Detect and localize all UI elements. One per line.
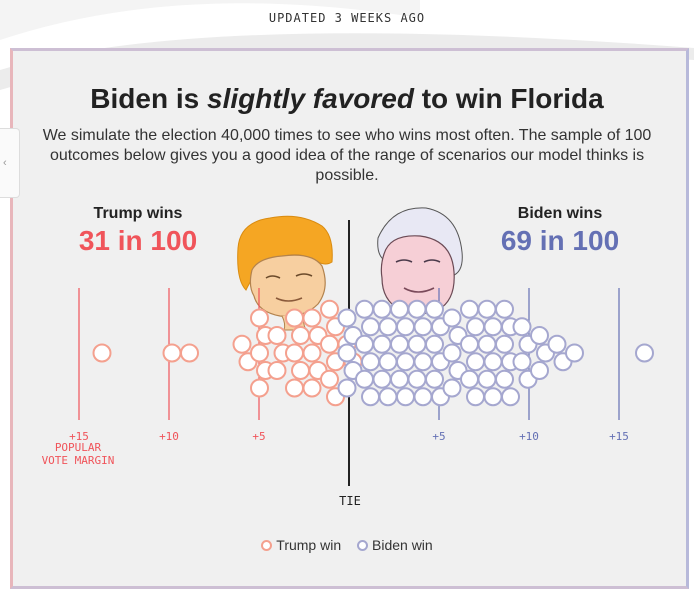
biden-win-dot xyxy=(337,308,357,328)
trump-win-dot xyxy=(285,378,304,398)
trump-win-dot xyxy=(250,378,269,398)
trump-win-dot xyxy=(162,343,182,363)
biden-win-dot xyxy=(530,361,549,380)
biden-win-dot xyxy=(337,378,357,398)
biden-win-dot xyxy=(355,299,374,319)
biden-win-dot xyxy=(460,369,479,389)
trump-win-dot xyxy=(285,343,304,363)
biden-win-dot xyxy=(337,343,357,363)
trump-win-dot xyxy=(320,334,339,354)
biden-win-dot xyxy=(495,334,514,354)
biden-win-dot xyxy=(372,299,392,319)
biden-win-dot xyxy=(442,343,462,363)
outcome-dot-chart: +15 +10 +5 +5 +10 +15 xyxy=(69,207,654,486)
biden-win-dot xyxy=(378,352,398,372)
biden-win-dot xyxy=(530,326,549,345)
tick-label: +10 xyxy=(519,430,539,443)
biden-win-dot xyxy=(361,317,380,337)
trump-win-dot xyxy=(302,308,322,328)
biden-win-dot xyxy=(396,317,415,337)
legend-trump-label: Trump win xyxy=(276,537,342,553)
biden-win-dot xyxy=(477,334,497,354)
biden-win-dot xyxy=(501,387,520,407)
trump-win-dot xyxy=(232,334,252,354)
trump-win-dot xyxy=(320,369,339,389)
trump-win-dot xyxy=(250,308,269,328)
biden-win-dot xyxy=(477,299,497,319)
tick-label: +15 xyxy=(609,430,629,443)
legend-trump-dot xyxy=(261,540,273,551)
biden-win-dot xyxy=(407,334,427,354)
trump-win-dot xyxy=(302,378,322,398)
biden-win-dot xyxy=(483,317,503,337)
biden-win-dot xyxy=(460,299,479,319)
biden-win-dot xyxy=(355,369,374,389)
legend-biden-label: Biden win xyxy=(372,537,433,553)
trump-win-dot xyxy=(291,326,310,345)
biden-win-dot xyxy=(361,352,380,372)
biden-win-dot xyxy=(378,317,398,337)
biden-win-dot xyxy=(635,343,654,363)
biden-win-dot xyxy=(413,387,433,407)
biden-win-dot xyxy=(413,352,433,372)
biden-win-dot xyxy=(466,387,485,407)
dots-layer xyxy=(92,299,654,407)
trump-win-dot xyxy=(250,343,269,363)
biden-portrait xyxy=(377,207,463,315)
trump-win-dot xyxy=(267,361,287,380)
biden-win-dot xyxy=(565,343,584,363)
biden-win-dot xyxy=(407,369,427,389)
trump-win-dot xyxy=(92,343,112,363)
biden-win-dot xyxy=(483,352,503,372)
biden-win-dot xyxy=(477,369,497,389)
biden-win-dot xyxy=(512,352,532,372)
biden-win-dot xyxy=(390,334,409,354)
biden-win-dot xyxy=(460,334,479,354)
biden-win-dot xyxy=(466,352,485,372)
biden-win-dot xyxy=(466,317,485,337)
tick-label: +10 xyxy=(159,430,179,443)
biden-win-dot xyxy=(425,369,444,389)
trump-win-dot xyxy=(267,326,287,345)
trump-win-dot xyxy=(302,343,322,363)
biden-win-dot xyxy=(390,299,409,319)
biden-win-dot xyxy=(425,299,444,319)
biden-win-dot xyxy=(407,299,427,319)
legend-item-biden: Biden win xyxy=(357,537,433,553)
biden-win-dot xyxy=(547,334,567,354)
popular-vote-margin-label: POPULAR VOTE MARGIN xyxy=(41,441,115,467)
biden-win-dot xyxy=(425,334,444,354)
biden-win-dot xyxy=(413,317,433,337)
biden-win-dot xyxy=(495,369,514,389)
biden-win-dot xyxy=(442,308,462,328)
trump-win-dot xyxy=(180,343,199,363)
trump-win-dot xyxy=(320,299,339,319)
biden-win-dot xyxy=(378,387,398,407)
trump-win-dot xyxy=(285,308,304,328)
tick-label: +5 xyxy=(432,430,445,443)
biden-win-dot xyxy=(355,334,374,354)
tick-label: +5 xyxy=(252,430,265,443)
biden-win-dot xyxy=(483,387,503,407)
biden-win-dot xyxy=(396,387,415,407)
biden-win-dot xyxy=(372,369,392,389)
legend: Trump win Biden win xyxy=(0,537,694,553)
biden-win-dot xyxy=(372,334,392,354)
tie-label: TIE xyxy=(339,494,361,508)
legend-biden-dot xyxy=(357,540,368,551)
biden-win-dot xyxy=(390,369,409,389)
biden-win-dot xyxy=(495,299,514,319)
trump-win-dot xyxy=(291,361,310,380)
biden-win-dot xyxy=(512,317,532,337)
biden-win-dot xyxy=(361,387,380,407)
biden-win-dot xyxy=(442,378,462,398)
legend-item-trump: Trump win xyxy=(261,537,341,553)
biden-win-dot xyxy=(396,352,415,372)
